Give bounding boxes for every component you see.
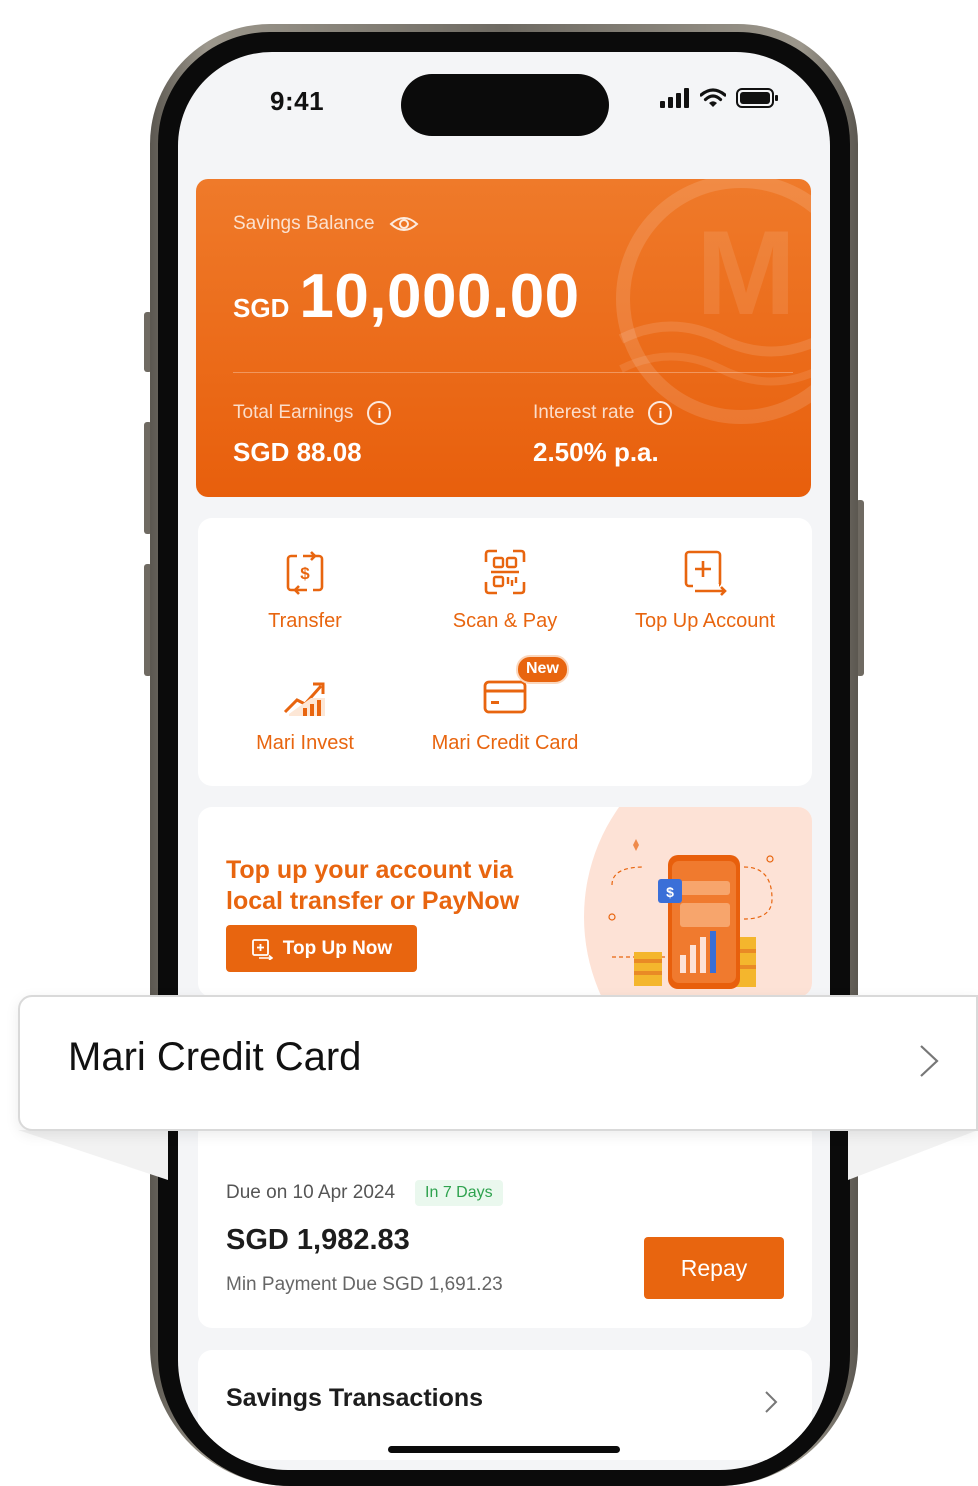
info-icon[interactable]: i xyxy=(367,401,392,425)
savings-balance-label-row: Savings Balance xyxy=(233,213,419,235)
brand-logo-letter: M xyxy=(696,206,796,340)
savings-transactions-title: Savings Transactions xyxy=(226,1384,484,1412)
eye-icon[interactable] xyxy=(389,214,419,234)
interest-rate-value: 2.50% p.a. xyxy=(533,437,659,467)
balance-amount: 10,000.00 xyxy=(299,262,580,331)
action-mari-invest[interactable]: Mari Invest xyxy=(205,674,405,755)
phone-payment-illustration: $ xyxy=(584,807,812,997)
brand-logo-watermark: M xyxy=(616,179,811,424)
svg-text:$: $ xyxy=(300,564,310,583)
transfer-dollar-icon: $ xyxy=(286,551,324,595)
action-transfer[interactable]: $ Transfer xyxy=(205,548,405,633)
status-icons xyxy=(660,88,778,108)
total-earnings-block: Total Earnings i SGD 88.08 xyxy=(233,401,392,468)
interest-rate-label: Interest rate xyxy=(533,402,635,423)
due-date-row: Due on 10 Apr 2024 In 7 Days xyxy=(226,1180,503,1206)
qr-scan-icon xyxy=(484,549,526,595)
battery-icon xyxy=(736,88,778,108)
info-icon[interactable]: i xyxy=(648,401,673,425)
phone-screen: 9:41 M Savings Balance SGD 10,000.00 Tot… xyxy=(178,52,830,1470)
action-label: Mari Credit Card xyxy=(431,732,579,754)
action-label: Scan & Pay xyxy=(452,610,558,632)
action-label: Mari Invest xyxy=(256,732,354,754)
dynamic-island xyxy=(401,74,609,136)
top-up-now-button[interactable]: Top Up Now xyxy=(226,925,417,972)
savings-balance-card[interactable]: M Savings Balance SGD 10,000.00 Total Ea… xyxy=(196,179,811,497)
chevron-right-icon xyxy=(920,1045,939,1077)
invest-chart-icon xyxy=(283,682,325,716)
callout-title: Mari Credit Card xyxy=(68,1035,362,1079)
top-up-now-label: Top Up Now xyxy=(282,937,393,959)
balance-amount-row: SGD 10,000.00 xyxy=(233,261,580,332)
card-divider xyxy=(233,372,793,373)
due-date: Due on 10 Apr 2024 xyxy=(226,1182,396,1203)
promo-title: Top up your account via local transfer o… xyxy=(226,856,520,915)
new-badge: New xyxy=(516,655,569,684)
chevron-right-icon xyxy=(765,1391,778,1413)
repay-button[interactable]: Repay xyxy=(644,1237,784,1299)
balance-currency: SGD xyxy=(233,293,290,323)
action-mari-credit-card[interactable]: Mari Credit Card xyxy=(405,674,605,755)
action-label: Top Up Account xyxy=(634,610,776,632)
statement-amount: SGD 1,982.83 xyxy=(226,1224,410,1256)
interest-rate-block: Interest rate i 2.50% p.a. xyxy=(533,401,673,468)
total-earnings-label: Total Earnings xyxy=(233,402,354,423)
action-scan-pay[interactable]: Scan & Pay xyxy=(405,548,605,633)
savings-transactions-row[interactable]: Savings Transactions xyxy=(198,1350,812,1460)
svg-text:$: $ xyxy=(666,884,674,900)
total-earnings-value: SGD 88.08 xyxy=(233,437,362,467)
top-up-promo-banner[interactable]: Top up your account via local transfer o… xyxy=(198,807,812,997)
quick-actions-panel: $ Transfer Scan & Pay Top Up Account Mar… xyxy=(198,518,812,786)
signal-icon xyxy=(660,88,689,108)
status-time: 9:41 xyxy=(270,86,325,116)
wifi-icon xyxy=(700,88,726,107)
savings-balance-label: Savings Balance xyxy=(233,213,375,234)
top-up-icon xyxy=(684,550,727,596)
action-top-up-account[interactable]: Top Up Account xyxy=(605,548,805,633)
mari-credit-card-header-callout[interactable]: Mari Credit Card xyxy=(18,995,978,1131)
home-indicator xyxy=(388,1446,620,1453)
days-remaining-badge: In 7 Days xyxy=(415,1180,503,1206)
action-label: Transfer xyxy=(268,610,342,632)
top-up-icon xyxy=(251,938,273,960)
min-payment-due: Min Payment Due SGD 1,691.23 xyxy=(226,1274,503,1295)
